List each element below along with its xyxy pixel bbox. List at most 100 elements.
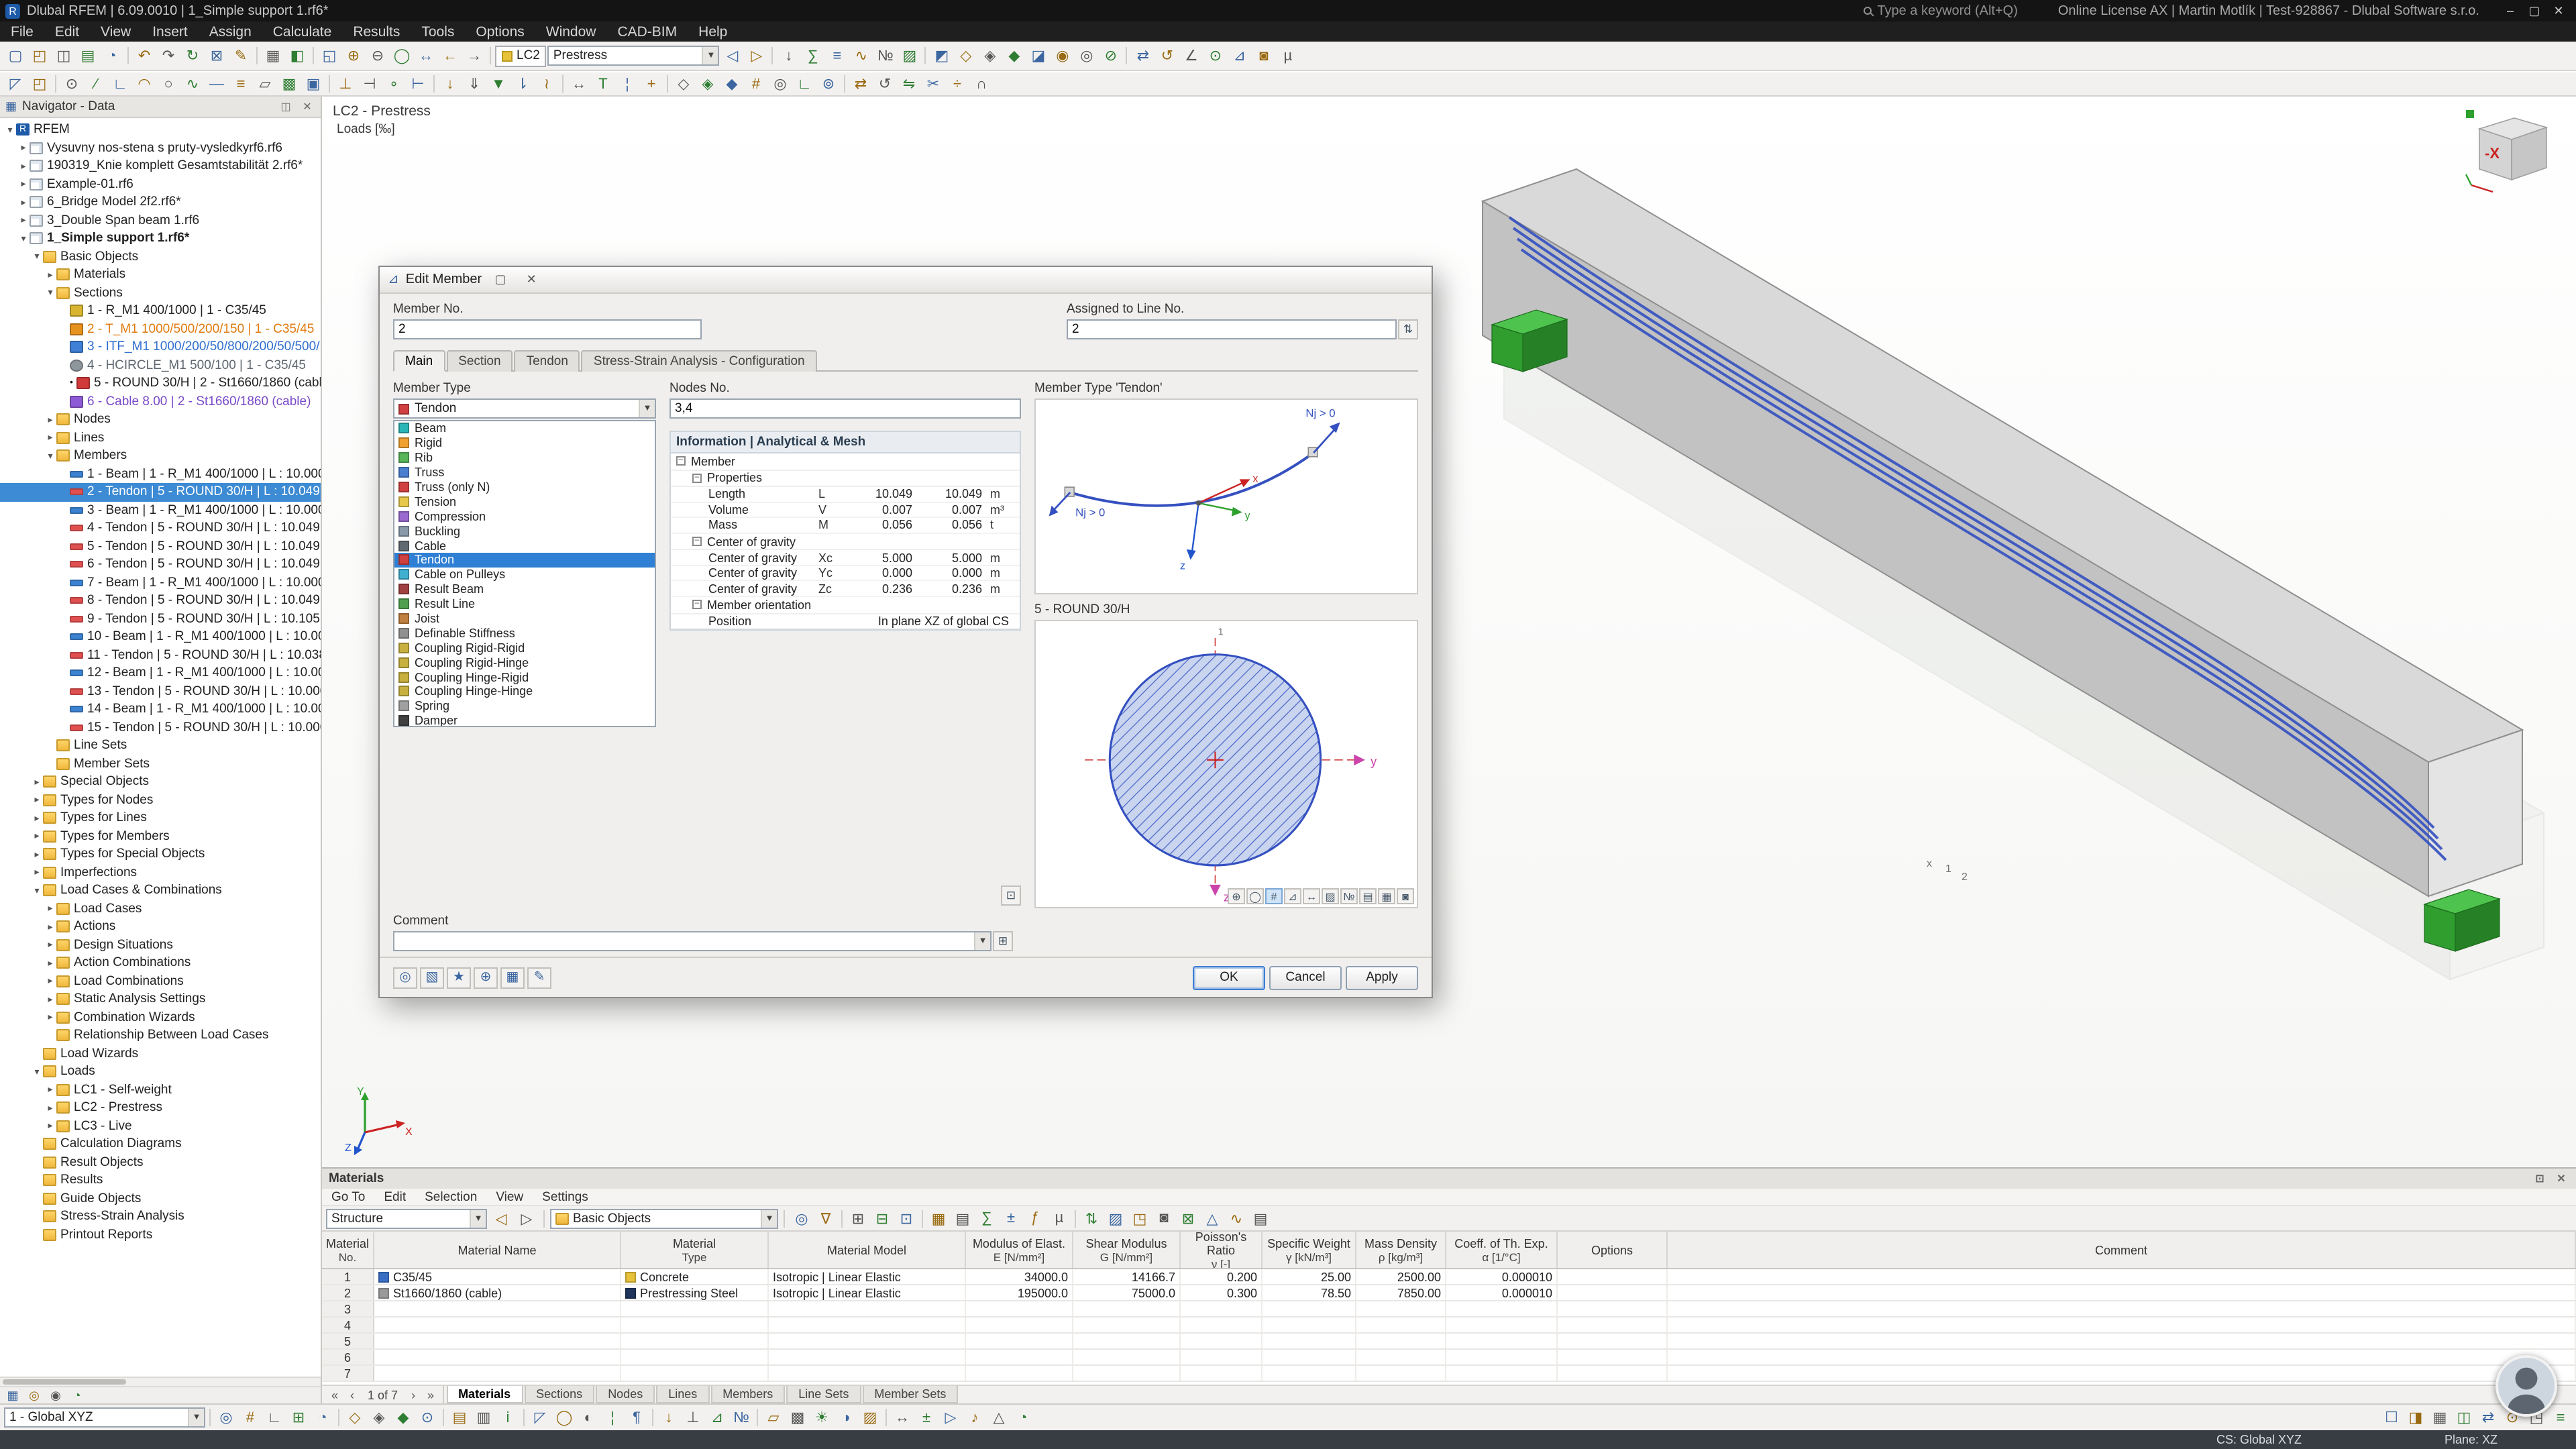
table-settings-button[interactable]: ⊡ <box>1001 885 1021 906</box>
apply-button[interactable]: Apply <box>1346 965 1418 989</box>
select-box-icon[interactable]: ◰ <box>28 73 51 95</box>
tree-item-types-for-members[interactable]: ▸ Types for Members <box>0 827 321 845</box>
data-navigator-icon[interactable]: ▦ <box>3 1387 23 1403</box>
rotate-view-icon[interactable]: ↺ <box>1156 45 1179 66</box>
modulus-cell[interactable]: 34000.0 <box>966 1269 1073 1284</box>
loads-show-icon[interactable]: ↓ <box>657 1407 680 1428</box>
tree-item-6-tendon-5-round-30-h[interactable]: 6 - Tendon | 5 - ROUND 30/H | L : 10.049… <box>0 555 321 574</box>
insert-row-icon[interactable]: ⊞ <box>847 1208 869 1229</box>
tree-item-11-tendon-5-round-30-h[interactable]: 11 - Tendon | 5 - ROUND 30/H | L : 10.03… <box>0 646 321 664</box>
member-type-option-joist[interactable]: Joist <box>394 611 655 626</box>
more-options-icon[interactable]: ≡ <box>2549 1407 2572 1428</box>
plane-xy-icon[interactable]: ◇ <box>343 1407 366 1428</box>
zoom-all-icon[interactable]: ◯ <box>390 45 413 66</box>
delete-objects-icon[interactable]: ⊠ <box>205 45 228 66</box>
thermal-exp-cell[interactable] <box>1446 1366 1558 1381</box>
origin-set-icon[interactable]: ⊙ <box>416 1407 439 1428</box>
tree-expander-icon[interactable]: ▸ <box>44 415 56 425</box>
previous-view-icon[interactable]: ← <box>439 45 462 66</box>
tree-item-4-tendon-5-round-30-h[interactable]: 4 - Tendon | 5 - ROUND 30/H | L : 10.049… <box>0 519 321 537</box>
solid-tool-icon[interactable]: ▩ <box>278 73 301 95</box>
options-cell[interactable] <box>1558 1285 1668 1300</box>
tree-item-result-objects[interactable]: Result Objects <box>0 1153 321 1171</box>
dxf-underlay-icon[interactable]: ▤ <box>448 1407 471 1428</box>
tree-item-load-cases[interactable]: ▸ Load Cases <box>0 900 321 918</box>
shear-modulus-cell[interactable] <box>1073 1301 1181 1316</box>
tree-item-imperfections[interactable]: ▸ Imperfections <box>0 863 321 881</box>
keyword-search[interactable]: Type a keyword (Alt+Q) <box>1864 3 2018 18</box>
prev-table-icon[interactable]: ◁ <box>490 1208 513 1229</box>
grid-points-icon[interactable]: # <box>239 1407 262 1428</box>
line-hinge-icon[interactable]: ⊢ <box>407 73 429 95</box>
last-page-button[interactable]: » <box>422 1388 439 1401</box>
print-table-icon[interactable]: ▤ <box>1249 1208 1272 1229</box>
sort-rows-icon[interactable]: ⇅ <box>1080 1208 1103 1229</box>
collapse-box-icon[interactable]: – <box>692 537 702 547</box>
thermal-exp-cell[interactable] <box>1446 1334 1558 1348</box>
tree-item-load-wizards[interactable]: Load Wizards <box>0 1044 321 1063</box>
member-type-option-cable[interactable]: Cable <box>394 538 655 553</box>
tree-item-types-for-lines[interactable]: ▸ Types for Lines <box>0 809 321 827</box>
material-model-cell[interactable]: Isotropic | Linear Elastic <box>769 1269 966 1284</box>
mass-density-cell[interactable]: 2500.00 <box>1356 1269 1446 1284</box>
sync-views-icon[interactable]: ⇄ <box>2477 1407 2500 1428</box>
axes-section-button[interactable]: ⊿ <box>1284 888 1301 904</box>
display-properties-icon[interactable]: ▨ <box>898 45 921 66</box>
view-in-y-icon[interactable]: ◆ <box>1003 45 1026 66</box>
tree-item-3-itf-m1-1000-200-50-800-200[interactable]: 3 - ITF_M1 1000/200/50/800/200/50/500/1 <box>0 338 321 356</box>
nodal-support-icon[interactable]: ⊥ <box>334 73 357 95</box>
materials-menu-settings[interactable]: Settings <box>533 1189 598 1204</box>
modulus-cell[interactable]: 195000.0 <box>966 1285 1073 1300</box>
tree-expander-icon[interactable]: ▸ <box>44 1012 56 1023</box>
dialog-titlebar[interactable]: ⊿ Edit Member ▢ ✕ <box>380 267 1432 294</box>
copy-row-icon[interactable]: ⊡ <box>895 1208 918 1229</box>
material-model-cell[interactable] <box>769 1350 966 1364</box>
specific-weight-cell[interactable]: 25.00 <box>1263 1269 1356 1284</box>
menu-edit[interactable]: Edit <box>44 21 90 42</box>
modulus-cell[interactable] <box>966 1318 1073 1332</box>
tree-item-types-for-special-objects[interactable]: ▸ Types for Special Objects <box>0 845 321 863</box>
values-section-button[interactable]: № <box>1340 888 1358 904</box>
member-type-option-tendon[interactable]: Tendon <box>394 553 655 568</box>
mass-density-cell[interactable] <box>1356 1334 1446 1348</box>
new-model-icon[interactable]: ▢ <box>4 45 27 66</box>
display-navigator-icon[interactable]: ◎ <box>24 1387 44 1403</box>
open-file-icon[interactable]: ◰ <box>28 45 51 66</box>
close-icon[interactable]: ✕ <box>299 101 315 113</box>
modulus-cell[interactable] <box>966 1366 1073 1381</box>
poisson-cell[interactable] <box>1181 1366 1263 1381</box>
material-name-cell[interactable]: C35/45 <box>374 1269 621 1284</box>
nodal-load-icon[interactable]: ↓ <box>439 73 462 95</box>
material-type-cell[interactable]: Concrete <box>621 1269 769 1284</box>
cartesian-grid-icon[interactable]: ⊞ <box>287 1407 310 1428</box>
tree-expander-icon[interactable]: ▸ <box>44 270 56 280</box>
tree-item-special-objects[interactable]: ▸ Special Objects <box>0 773 321 791</box>
table-row[interactable]: 3 <box>322 1301 2576 1318</box>
thermal-exp-cell[interactable] <box>1446 1350 1558 1364</box>
next-view-icon[interactable]: → <box>463 45 486 66</box>
poisson-cell[interactable] <box>1181 1350 1263 1364</box>
calculate-all-icon[interactable]: ≡ <box>826 45 849 66</box>
structure-combo[interactable]: Structure ▼ <box>326 1208 487 1228</box>
find-cell-icon[interactable]: ◎ <box>790 1208 813 1229</box>
minimize-button[interactable]: – <box>2498 1 2522 20</box>
snap-points-icon[interactable]: ◎ <box>215 1407 237 1428</box>
fit-section-button[interactable]: ◯ <box>1246 888 1264 904</box>
options-cell[interactable] <box>1558 1366 1668 1381</box>
materials-menu-view[interactable]: View <box>486 1189 533 1204</box>
object-category-combo[interactable]: Basic Objects ▼ <box>550 1208 778 1228</box>
edit-settings-button[interactable]: ✎ <box>527 967 551 988</box>
comment-combo[interactable]: ▼ <box>393 931 991 951</box>
light-toggle-icon[interactable]: ☀ <box>810 1407 833 1428</box>
material-model-cell[interactable] <box>769 1366 966 1381</box>
table-row[interactable]: 5 <box>322 1334 2576 1350</box>
sheet-tab-materials[interactable]: Materials <box>446 1386 523 1403</box>
member-type-option-truss[interactable]: Truss <box>394 465 655 480</box>
find-object-button[interactable]: ◎ <box>393 967 417 988</box>
tree-item-10-beam-1-r-m1-400-1000[interactable]: 10 - Beam | 1 - R_M1 400/1000 | L : 10.0… <box>0 628 321 646</box>
trim-tool-icon[interactable]: ✂ <box>922 73 945 95</box>
plane-yz-icon[interactable]: ◆ <box>392 1407 415 1428</box>
show-loads-icon[interactable]: ↓ <box>777 45 800 66</box>
insert-member-icon[interactable]: ⊿ <box>1228 45 1251 66</box>
tab-section[interactable]: Section <box>446 350 513 372</box>
